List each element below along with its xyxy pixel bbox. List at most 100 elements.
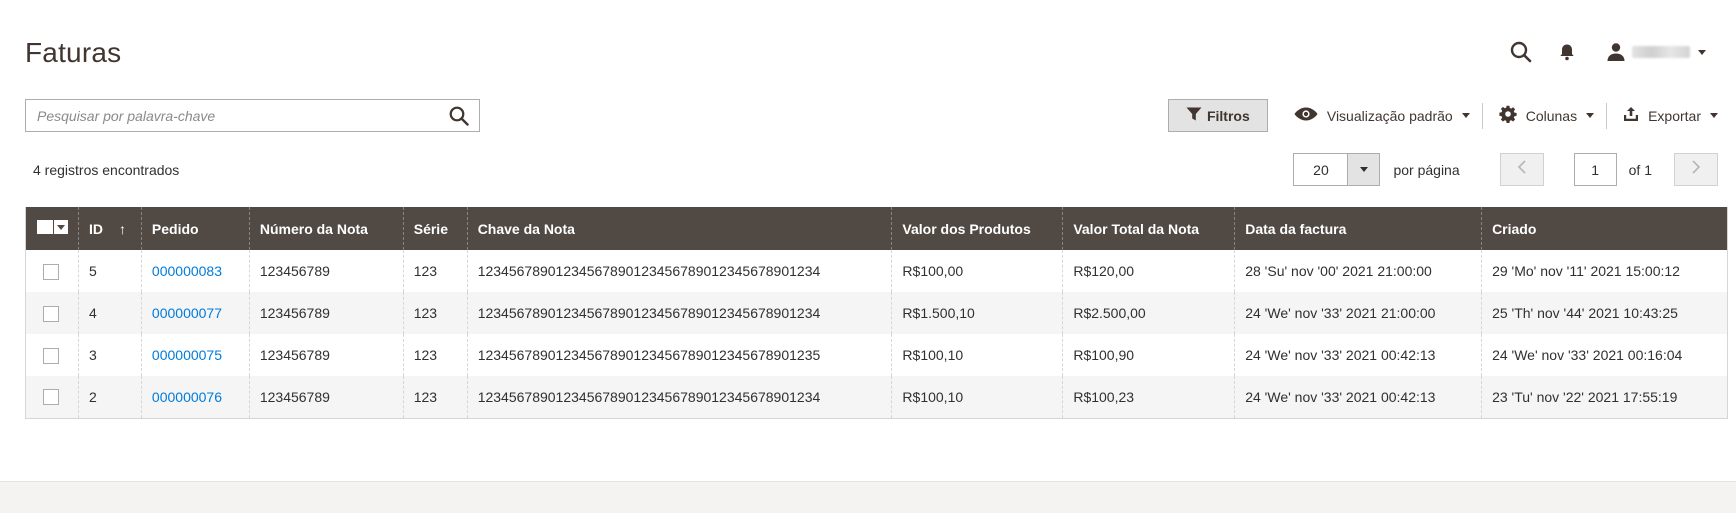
chevron-left-icon bbox=[1517, 160, 1527, 179]
columns-selector[interactable]: Colunas bbox=[1499, 99, 1595, 132]
user-menu[interactable] bbox=[1606, 42, 1706, 62]
per-page-select[interactable]: 20 bbox=[1293, 153, 1381, 186]
order-link[interactable]: 000000076 bbox=[152, 389, 222, 405]
table-row[interactable]: 4 000000077 123456789 123 12345678901234… bbox=[25, 292, 1728, 334]
row-select-cell bbox=[25, 250, 79, 292]
total-pages-label: of 1 bbox=[1628, 161, 1652, 178]
gear-icon bbox=[1499, 105, 1517, 126]
cell-data: 24 'We' nov '33' 2021 00:42:13 bbox=[1234, 376, 1482, 418]
next-page-button[interactable] bbox=[1674, 153, 1718, 186]
cell-valor-produtos: R$1.500,10 bbox=[891, 292, 1063, 334]
column-header-criado[interactable]: Criado bbox=[1481, 207, 1728, 250]
column-header-numero[interactable]: Número da Nota bbox=[248, 207, 404, 250]
cell-data: 24 'We' nov '33' 2021 21:00:00 bbox=[1234, 292, 1482, 334]
user-icon bbox=[1606, 42, 1626, 62]
row-checkbox[interactable] bbox=[43, 305, 59, 322]
order-link[interactable]: 000000077 bbox=[152, 305, 222, 321]
bell-icon[interactable] bbox=[1558, 43, 1576, 61]
global-search-icon[interactable] bbox=[1510, 41, 1532, 63]
mass-select-caret-icon[interactable] bbox=[54, 220, 68, 234]
cell-pedido: 000000076 bbox=[140, 376, 250, 418]
row-checkbox[interactable] bbox=[43, 263, 59, 280]
cell-serie: 123 bbox=[402, 334, 468, 376]
filters-button[interactable]: Filtros bbox=[1167, 99, 1268, 132]
export-caret-icon bbox=[1710, 113, 1718, 118]
column-header-pedido[interactable]: Pedido bbox=[140, 207, 250, 250]
per-page-dropdown-button[interactable] bbox=[1347, 154, 1380, 185]
column-header-chave[interactable]: Chave da Nota bbox=[466, 207, 892, 250]
cell-valor-produtos: R$100,10 bbox=[891, 334, 1063, 376]
column-header-serie[interactable]: Série bbox=[402, 207, 468, 250]
cell-valor-total: R$120,00 bbox=[1062, 250, 1235, 292]
current-page-input[interactable]: 1 bbox=[1573, 153, 1617, 186]
column-header-id-label: ID bbox=[88, 220, 103, 237]
table-row[interactable]: 3 000000075 123456789 123 12345678901234… bbox=[25, 334, 1728, 376]
cell-serie: 123 bbox=[402, 376, 468, 418]
export-icon bbox=[1623, 106, 1639, 125]
cell-chave: 1234567890123456789012345678901234567890… bbox=[466, 292, 892, 334]
cell-chave: 1234567890123456789012345678901234567890… bbox=[466, 250, 892, 292]
cell-id: 4 bbox=[77, 292, 142, 334]
cell-valor-total: R$100,90 bbox=[1062, 334, 1235, 376]
per-page-value: 20 bbox=[1313, 161, 1329, 178]
search-input[interactable] bbox=[26, 100, 439, 131]
column-header-id[interactable]: ID ↑ bbox=[77, 207, 142, 250]
cell-data: 24 'We' nov '33' 2021 00:42:13 bbox=[1234, 334, 1482, 376]
per-page-label: por página bbox=[1393, 161, 1460, 178]
cell-chave: 1234567890123456789012345678901234567890… bbox=[466, 334, 892, 376]
toolbar-divider bbox=[1606, 102, 1608, 129]
chevron-down-icon bbox=[1359, 167, 1368, 172]
cell-id: 2 bbox=[77, 376, 142, 418]
cell-numero: 123456789 bbox=[248, 334, 404, 376]
cell-criado: 29 'Mo' nov '11' 2021 15:00:12 bbox=[1481, 250, 1728, 292]
view-selector[interactable]: Visualização padrão bbox=[1294, 99, 1470, 132]
user-name bbox=[1632, 46, 1690, 58]
cell-valor-produtos: R$100,10 bbox=[891, 376, 1063, 418]
prev-page-button[interactable] bbox=[1499, 153, 1544, 186]
chevron-right-icon bbox=[1691, 160, 1701, 179]
toolbar-divider bbox=[1481, 102, 1483, 129]
mass-select-checkbox[interactable] bbox=[37, 220, 53, 234]
filters-label: Filtros bbox=[1206, 107, 1250, 124]
cell-numero: 123456789 bbox=[248, 376, 404, 418]
eye-icon bbox=[1294, 107, 1318, 124]
mass-select[interactable] bbox=[37, 220, 68, 234]
row-select-cell bbox=[25, 334, 79, 376]
row-checkbox[interactable] bbox=[43, 347, 59, 364]
user-menu-caret-icon bbox=[1698, 49, 1706, 55]
records-found: 4 registros encontrados bbox=[33, 162, 180, 178]
column-header-valor-total[interactable]: Valor Total da Nota bbox=[1062, 207, 1235, 250]
cell-id: 5 bbox=[77, 250, 142, 292]
cell-criado: 25 'Th' nov '44' 2021 10:43:25 bbox=[1481, 292, 1728, 334]
column-header-valor-produtos[interactable]: Valor dos Produtos bbox=[891, 207, 1063, 250]
columns-caret-icon bbox=[1586, 113, 1595, 118]
cell-valor-total: R$2.500,00 bbox=[1062, 292, 1235, 334]
cell-chave: 1234567890123456789012345678901234567890… bbox=[466, 376, 892, 418]
order-link[interactable]: 000000075 bbox=[152, 347, 222, 363]
page-footer bbox=[0, 481, 1736, 513]
columns-label: Colunas bbox=[1525, 107, 1578, 124]
pagination: 20 por página 1 of 1 bbox=[1293, 153, 1718, 186]
order-link[interactable]: 000000083 bbox=[152, 263, 222, 279]
export-selector[interactable]: Exportar bbox=[1623, 99, 1718, 132]
cell-valor-produtos: R$100,00 bbox=[891, 250, 1063, 292]
row-checkbox[interactable] bbox=[43, 389, 59, 406]
view-label: Visualização padrão bbox=[1326, 107, 1453, 124]
grid-toolbar: Filtros Visualização padrão Colunas Expo… bbox=[1167, 99, 1718, 132]
cell-pedido: 000000083 bbox=[140, 250, 250, 292]
keyword-search bbox=[25, 99, 480, 132]
table-row[interactable]: 5 000000083 123456789 123 12345678901234… bbox=[25, 250, 1728, 292]
cell-criado: 23 'Tu' nov '22' 2021 17:55:19 bbox=[1481, 376, 1728, 418]
column-header-data[interactable]: Data da factura bbox=[1234, 207, 1482, 250]
cell-id: 3 bbox=[77, 334, 142, 376]
export-label: Exportar bbox=[1648, 107, 1701, 124]
filter-icon bbox=[1186, 107, 1202, 124]
view-caret-icon bbox=[1461, 113, 1470, 118]
cell-pedido: 000000077 bbox=[140, 292, 250, 334]
search-icon[interactable] bbox=[439, 100, 479, 131]
mass-action-header[interactable] bbox=[25, 207, 79, 250]
table-row[interactable]: 2 000000076 123456789 123 12345678901234… bbox=[25, 376, 1728, 418]
cell-serie: 123 bbox=[402, 292, 468, 334]
cell-pedido: 000000075 bbox=[140, 334, 250, 376]
invoices-grid: ID ↑ Pedido Número da Nota Série Chave da… bbox=[25, 207, 1728, 419]
